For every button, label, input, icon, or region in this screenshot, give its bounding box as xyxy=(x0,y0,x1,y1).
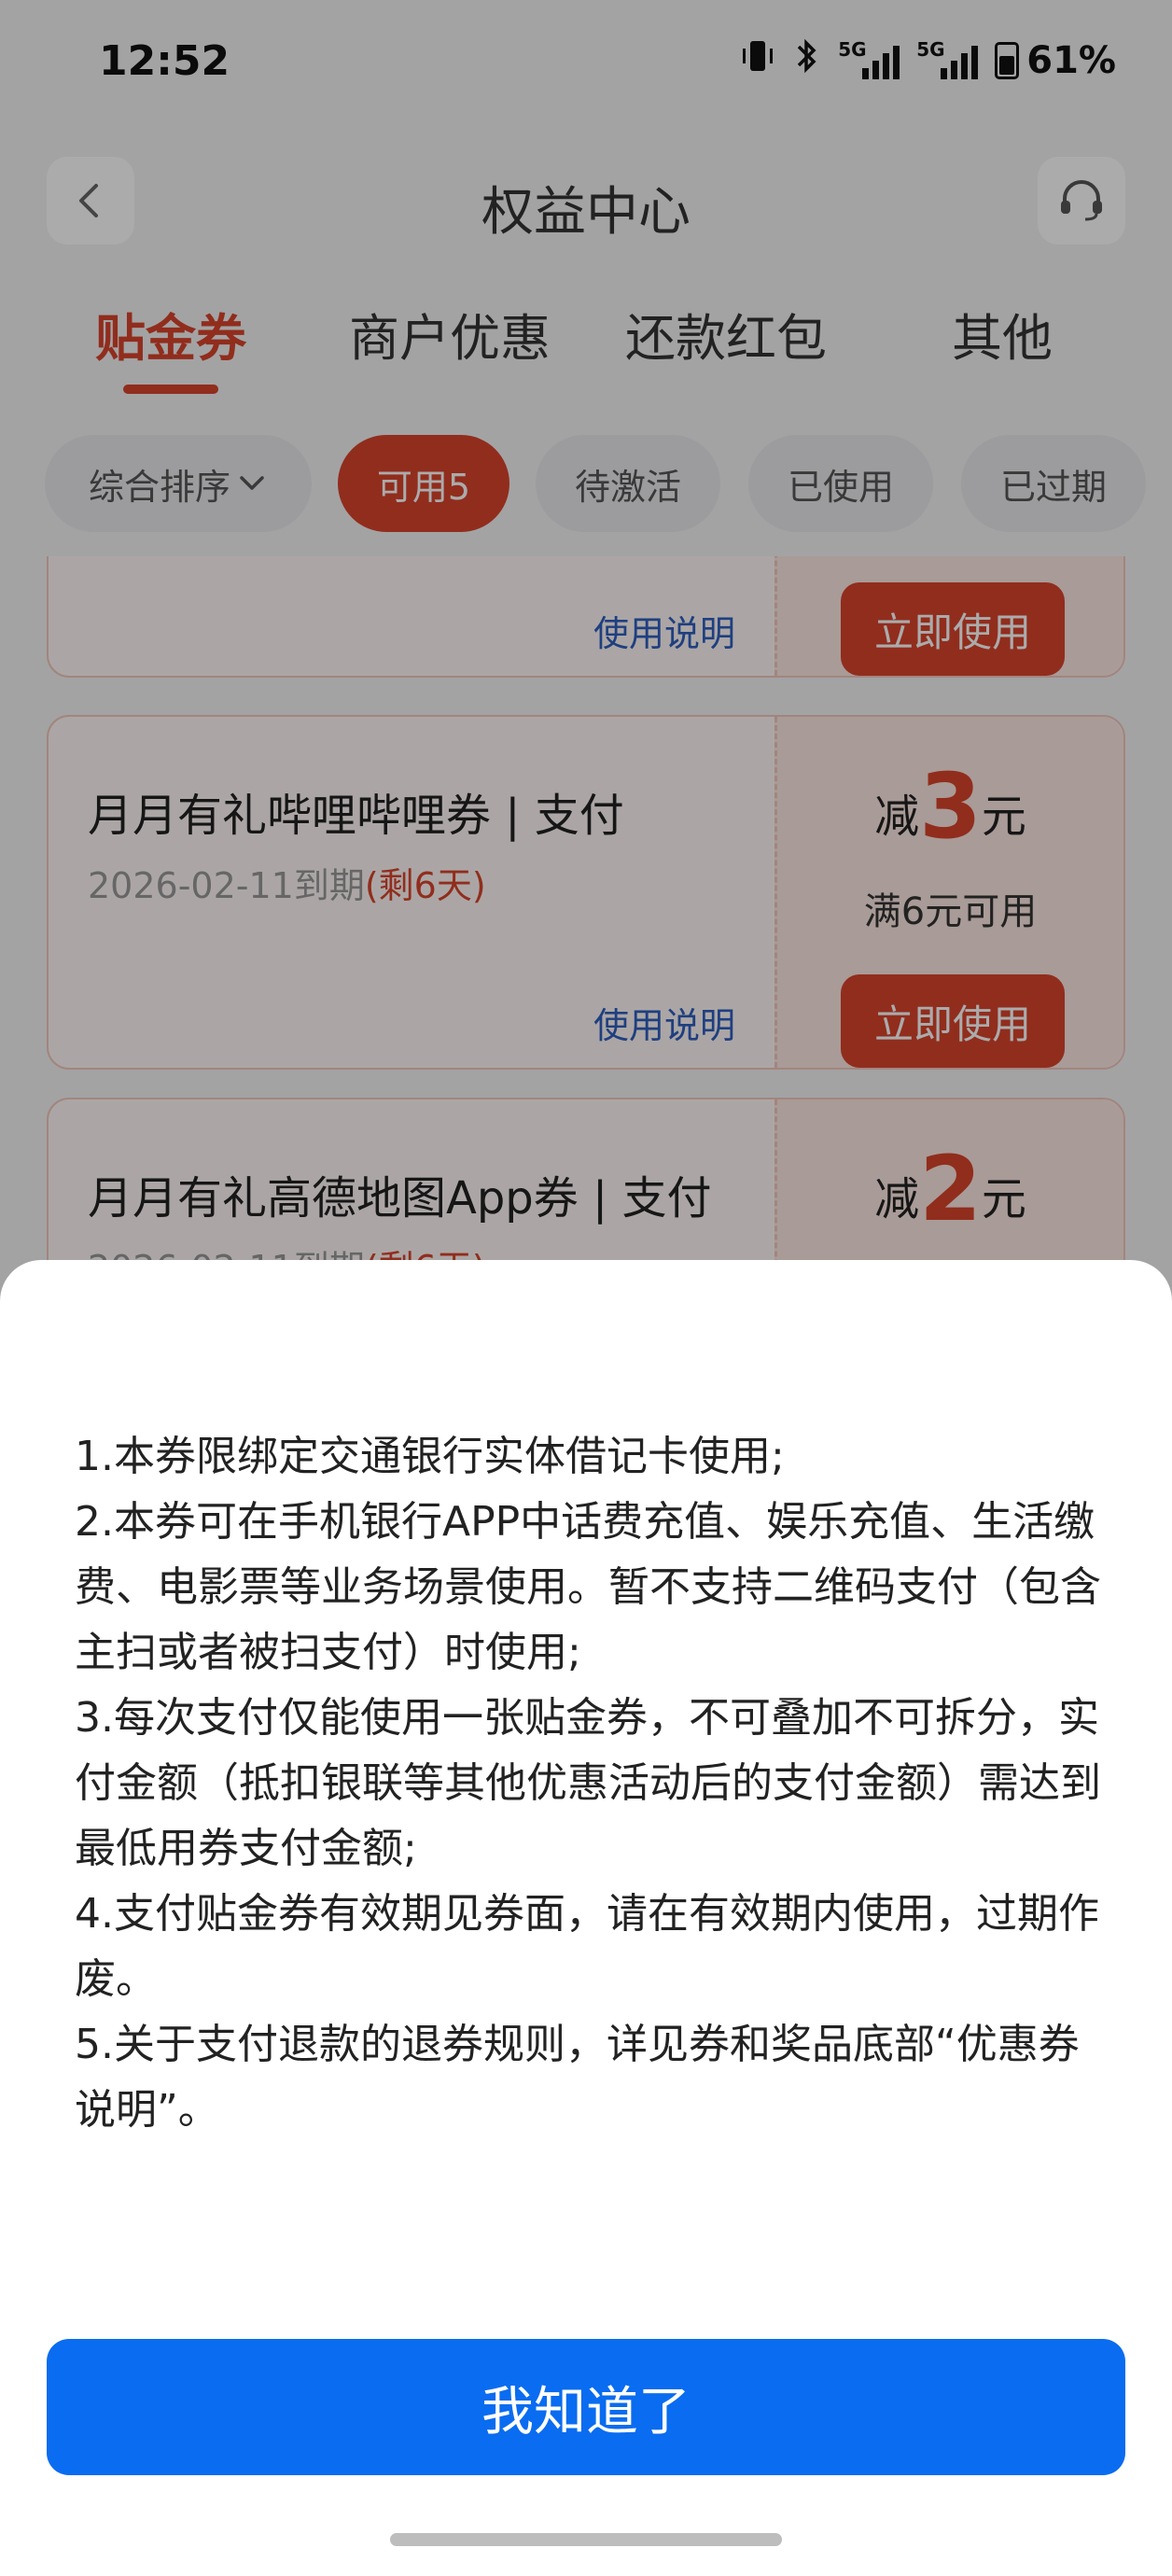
rule-item: 2.本券可在手机银行APP中话费充值、娱乐充值、生活缴费、电影票等业务场景使用。… xyxy=(75,1498,1101,1676)
rule-item: 3.每次支付仅能使用一张贴金券，不可叠加不可拆分，实付金额（抵扣银联等其他优惠活… xyxy=(75,1694,1101,1872)
confirm-button[interactable]: 我知道了 xyxy=(47,2339,1125,2475)
rule-item: 5.关于支付退款的退券规则，详见券和奖品底部“优惠券说明”。 xyxy=(75,2021,1080,2134)
rule-item: 4.支付贴金券有效期见券面，请在有效期内使用，过期作废。 xyxy=(75,1890,1099,2003)
rule-item: 1.本券限绑定交通银行实体借记卡使用; xyxy=(75,1433,785,1480)
rules-text: 1.本券限绑定交通银行实体借记卡使用; 2.本券可在手机银行APP中话费充值、娱… xyxy=(75,1424,1101,2143)
home-indicator[interactable] xyxy=(390,2533,782,2546)
usage-rules-sheet: 1.本券限绑定交通银行实体借记卡使用; 2.本券可在手机银行APP中话费充值、娱… xyxy=(0,1260,1172,2576)
